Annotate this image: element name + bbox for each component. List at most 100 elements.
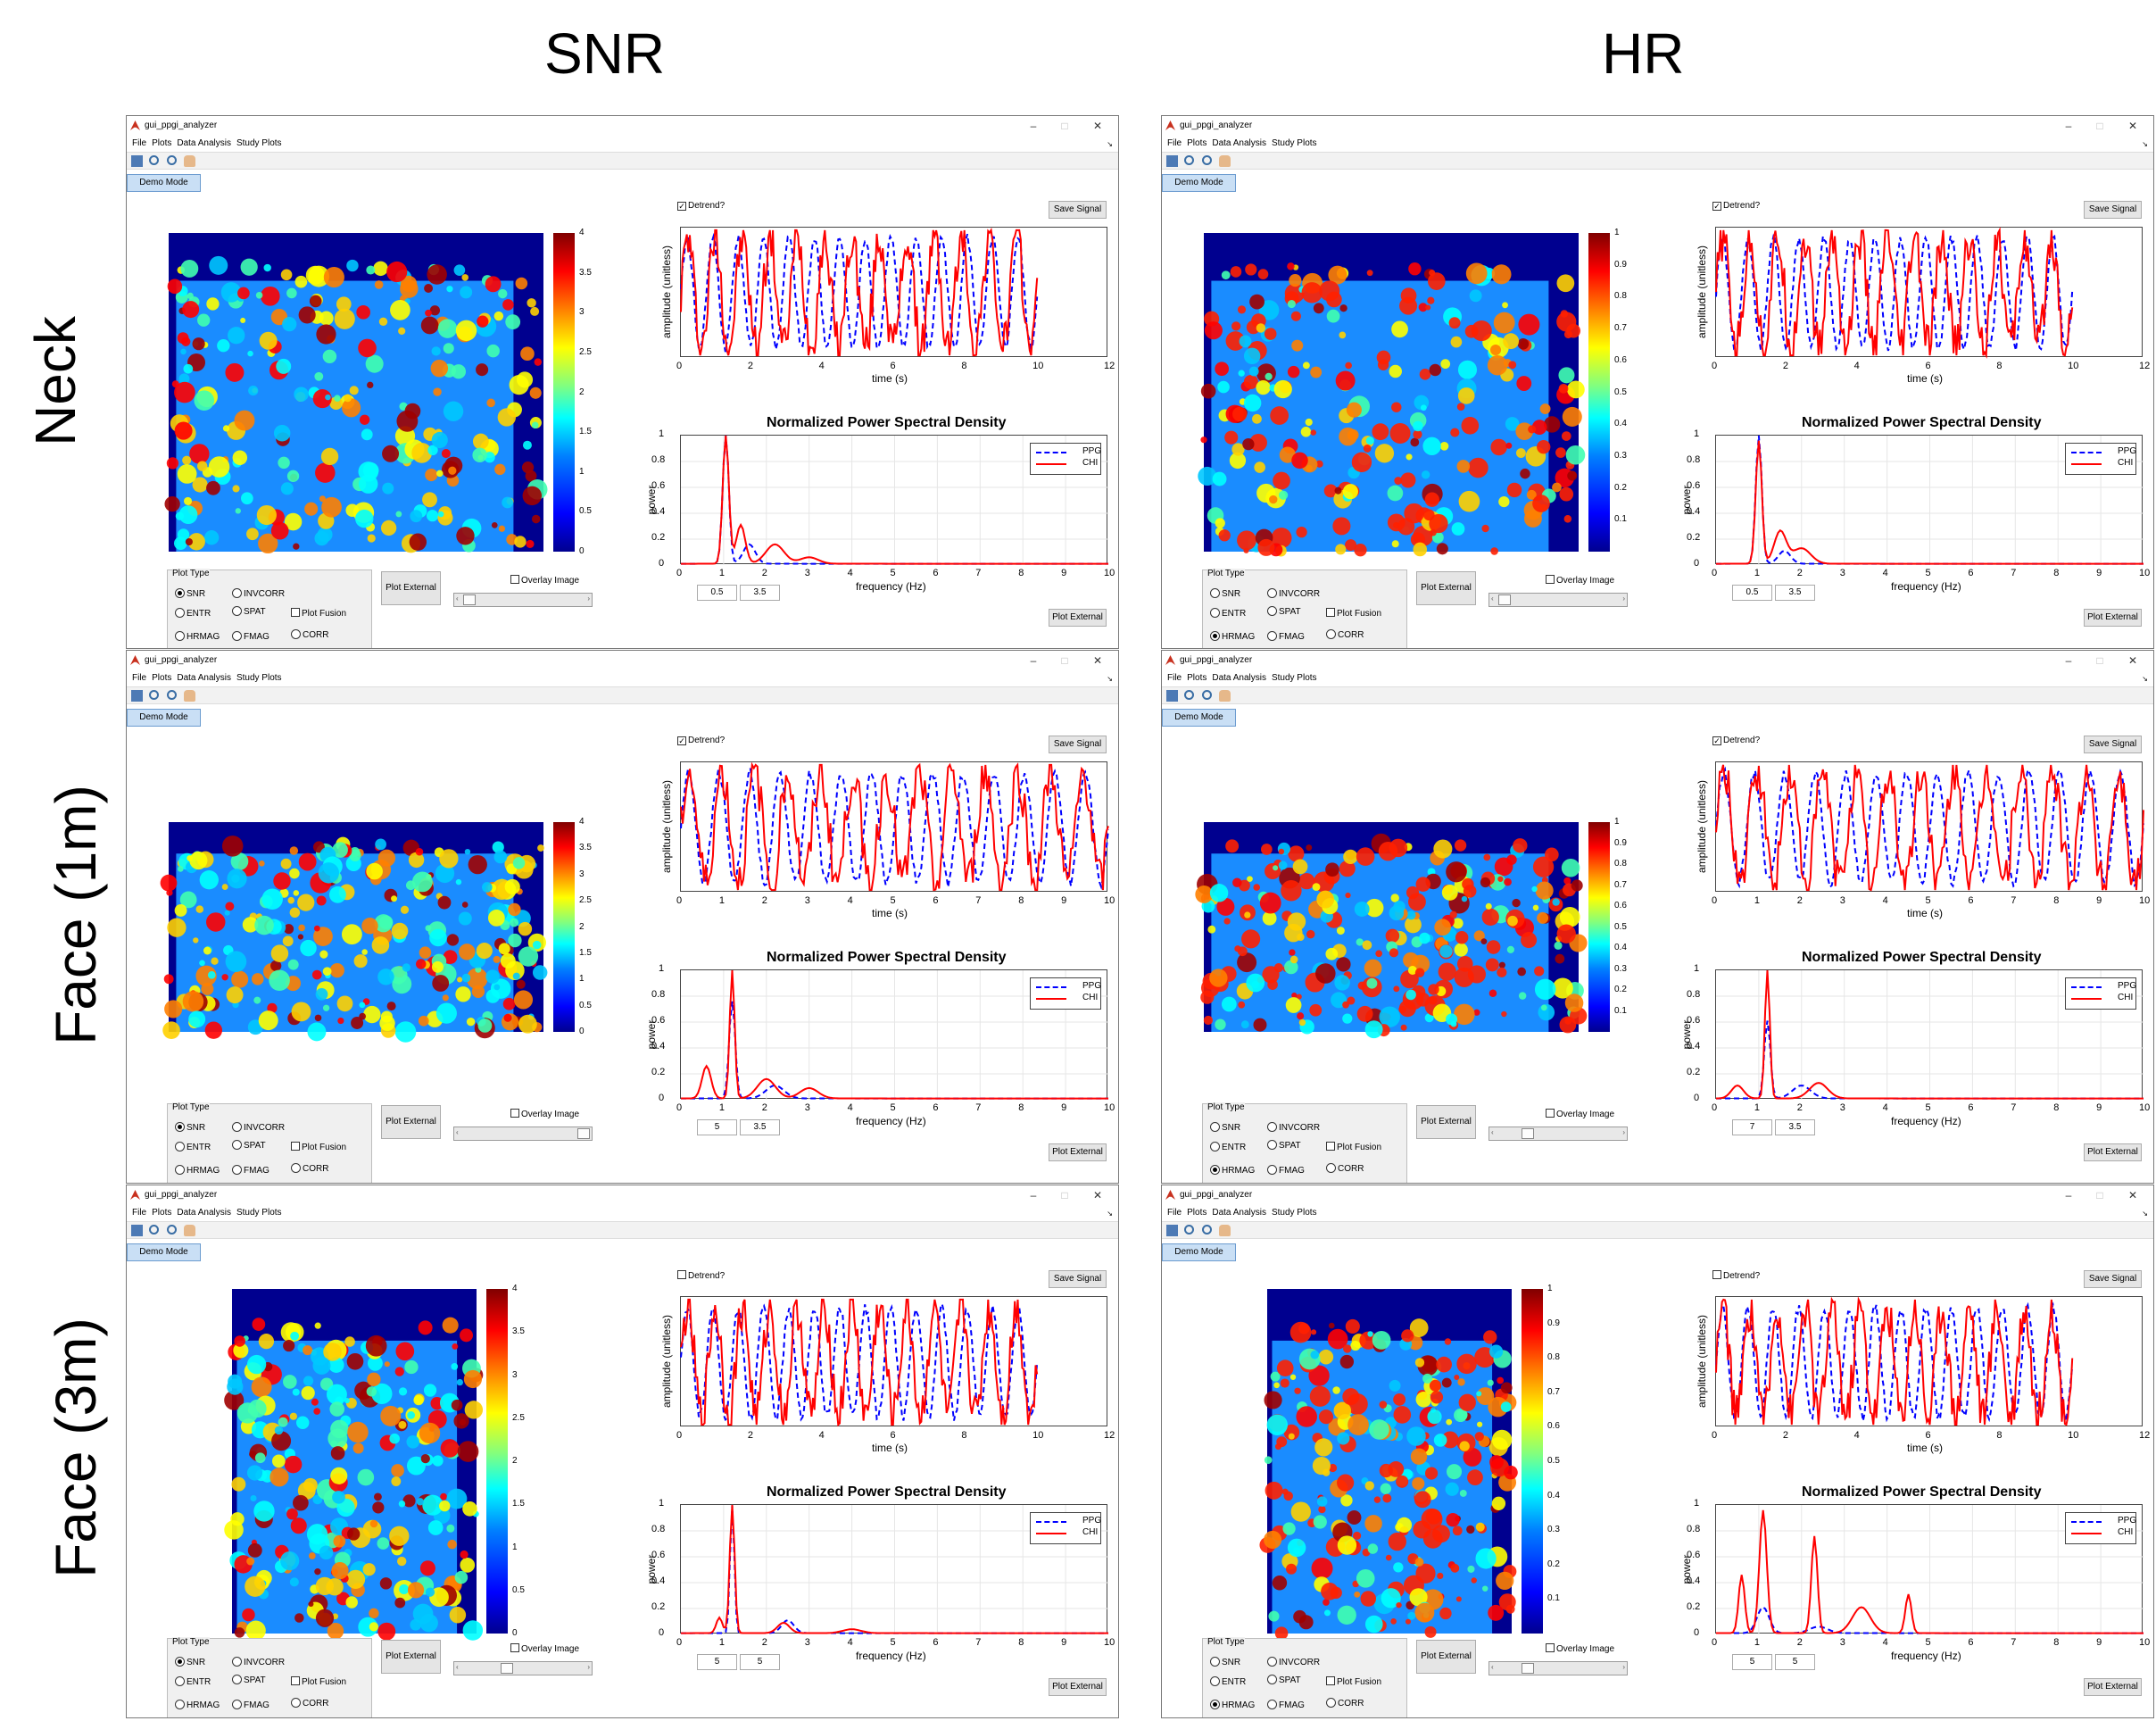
radio-indicator[interactable] bbox=[291, 1163, 301, 1173]
radio-indicator[interactable] bbox=[1210, 1657, 1220, 1667]
export-icon[interactable] bbox=[131, 1225, 143, 1236]
radio-hrmag[interactable]: HRMAG bbox=[175, 1700, 220, 1710]
radio-indicator[interactable] bbox=[232, 1165, 242, 1175]
radio-snr[interactable]: SNR bbox=[1210, 1122, 1240, 1133]
radio-hrmag[interactable]: HRMAG bbox=[1210, 1165, 1255, 1176]
plot-fusion-checkbox[interactable]: Plot Fusion bbox=[291, 608, 346, 619]
plot-external-psd-button[interactable]: Plot External bbox=[1049, 609, 1107, 627]
close-button[interactable]: ✕ bbox=[2119, 118, 2146, 134]
zoom-out-icon[interactable] bbox=[167, 690, 177, 700]
menu-item-study-plots[interactable]: Study Plots bbox=[236, 673, 282, 683]
dock-arrow-icon[interactable]: ↘ bbox=[1107, 675, 1113, 683]
menu-item-file[interactable]: File bbox=[132, 138, 146, 148]
export-icon[interactable] bbox=[131, 690, 143, 702]
slider-thumb[interactable] bbox=[1522, 1663, 1534, 1674]
minimize-button[interactable]: – bbox=[1020, 118, 1047, 134]
radio-entr[interactable]: ENTR bbox=[1210, 608, 1246, 619]
demo-mode-button[interactable]: Demo Mode bbox=[1162, 1243, 1236, 1261]
radio-indicator[interactable] bbox=[291, 629, 301, 639]
radio-indicator[interactable] bbox=[1267, 1675, 1277, 1684]
slider-thumb[interactable] bbox=[1522, 1128, 1534, 1139]
radio-entr[interactable]: ENTR bbox=[1210, 1142, 1246, 1152]
pan-hand-icon[interactable] bbox=[184, 155, 195, 167]
radio-indicator[interactable] bbox=[1210, 1122, 1220, 1132]
radio-indicator[interactable] bbox=[175, 1142, 185, 1151]
radio-indicator[interactable] bbox=[1326, 1163, 1336, 1173]
save-signal-button[interactable]: Save Signal bbox=[2084, 736, 2142, 753]
radio-spat[interactable]: SPAT bbox=[232, 1140, 266, 1151]
slider-right-arrow-icon[interactable]: › bbox=[587, 594, 590, 603]
radio-fmag[interactable]: FMAG bbox=[232, 631, 270, 642]
freq-low-input[interactable]: 5 bbox=[1732, 1654, 1772, 1670]
minimize-button[interactable]: – bbox=[2055, 653, 2082, 669]
radio-indicator[interactable] bbox=[232, 606, 242, 616]
demo-mode-button[interactable]: Demo Mode bbox=[127, 1243, 201, 1261]
radio-indicator[interactable] bbox=[232, 1657, 242, 1667]
zoom-out-icon[interactable] bbox=[167, 155, 177, 165]
radio-indicator[interactable] bbox=[1210, 608, 1220, 618]
radio-indicator[interactable] bbox=[232, 631, 242, 641]
radio-indicator[interactable] bbox=[232, 1675, 242, 1684]
radio-indicator[interactable] bbox=[1267, 588, 1277, 598]
slider-left-arrow-icon[interactable]: ‹ bbox=[456, 1663, 459, 1671]
demo-mode-button[interactable]: Demo Mode bbox=[127, 709, 201, 727]
radio-indicator[interactable] bbox=[1267, 1122, 1277, 1132]
radio-invcorr[interactable]: INVCORR bbox=[1267, 1122, 1320, 1133]
radio-hrmag[interactable]: HRMAG bbox=[175, 1165, 220, 1176]
plot-fusion-checkbox-box[interactable] bbox=[1326, 1142, 1335, 1151]
radio-indicator[interactable] bbox=[175, 1165, 185, 1175]
minimize-button[interactable]: – bbox=[2055, 1187, 2082, 1203]
radio-indicator[interactable] bbox=[232, 588, 242, 598]
close-button[interactable]: ✕ bbox=[1084, 653, 1111, 669]
radio-indicator[interactable] bbox=[1267, 1165, 1277, 1175]
radio-corr[interactable]: CORR bbox=[291, 629, 328, 640]
maximize-button[interactable]: □ bbox=[2086, 653, 2113, 669]
menu-item-plots[interactable]: Plots bbox=[152, 673, 171, 683]
detrend-checkbox[interactable]: ✓ Detrend? bbox=[677, 201, 725, 211]
radio-spat[interactable]: SPAT bbox=[1267, 606, 1301, 617]
detrend-checkbox-box[interactable] bbox=[1712, 1270, 1721, 1279]
plot-external-psd-button[interactable]: Plot External bbox=[2084, 1678, 2142, 1696]
radio-indicator[interactable] bbox=[291, 1698, 301, 1708]
plot-fusion-checkbox-box[interactable] bbox=[1326, 608, 1335, 617]
radio-indicator[interactable] bbox=[175, 1676, 185, 1686]
export-icon[interactable] bbox=[1166, 690, 1178, 702]
minimize-button[interactable]: – bbox=[1020, 653, 1047, 669]
detrend-checkbox-box[interactable] bbox=[677, 1270, 686, 1279]
maximize-button[interactable]: □ bbox=[1051, 653, 1078, 669]
maximize-button[interactable]: □ bbox=[1051, 1187, 1078, 1203]
radio-spat[interactable]: SPAT bbox=[1267, 1675, 1301, 1685]
menu-item-file[interactable]: File bbox=[132, 1208, 146, 1218]
overlay-image-checkbox-box[interactable] bbox=[510, 1643, 519, 1652]
overlay-image-checkbox-box[interactable] bbox=[1546, 1109, 1555, 1118]
radio-indicator[interactable] bbox=[1210, 1165, 1220, 1175]
plot-external-psd-button[interactable]: Plot External bbox=[2084, 1143, 2142, 1161]
menu-item-plots[interactable]: Plots bbox=[152, 1208, 171, 1218]
demo-mode-button[interactable]: Demo Mode bbox=[1162, 174, 1236, 192]
zoom-out-icon[interactable] bbox=[1202, 155, 1212, 165]
menu-item-file[interactable]: File bbox=[1167, 673, 1182, 683]
slider-thumb[interactable] bbox=[463, 594, 476, 605]
menu-item-plots[interactable]: Plots bbox=[152, 138, 171, 148]
freq-low-input[interactable]: 7 bbox=[1732, 1119, 1772, 1135]
slider-left-arrow-icon[interactable]: ‹ bbox=[456, 594, 459, 603]
freq-high-input[interactable]: 3.5 bbox=[1775, 1119, 1815, 1135]
overlay-image-checkbox-box[interactable] bbox=[510, 1109, 519, 1118]
radio-fmag[interactable]: FMAG bbox=[1267, 631, 1305, 642]
freq-high-input[interactable]: 3.5 bbox=[740, 585, 780, 601]
overlay-image-checkbox[interactable]: Overlay Image bbox=[1546, 1643, 1614, 1654]
pan-hand-icon[interactable] bbox=[184, 690, 195, 702]
slider-left-arrow-icon[interactable]: ‹ bbox=[456, 1128, 459, 1136]
overlay-slider[interactable]: ‹› bbox=[1488, 593, 1628, 607]
overlay-image-checkbox-box[interactable] bbox=[1546, 1643, 1555, 1652]
radio-hrmag[interactable]: HRMAG bbox=[175, 631, 220, 642]
plot-external-map-button[interactable]: Plot External bbox=[381, 1105, 441, 1139]
radio-indicator[interactable] bbox=[175, 1122, 185, 1132]
save-signal-button[interactable]: Save Signal bbox=[1049, 1270, 1107, 1288]
overlay-image-checkbox[interactable]: Overlay Image bbox=[510, 575, 579, 586]
pan-hand-icon[interactable] bbox=[1219, 1225, 1231, 1236]
demo-mode-button[interactable]: Demo Mode bbox=[1162, 709, 1236, 727]
menu-item-file[interactable]: File bbox=[132, 673, 146, 683]
freq-high-input[interactable]: 5 bbox=[740, 1654, 780, 1670]
overlay-image-checkbox[interactable]: Overlay Image bbox=[1546, 1109, 1614, 1119]
